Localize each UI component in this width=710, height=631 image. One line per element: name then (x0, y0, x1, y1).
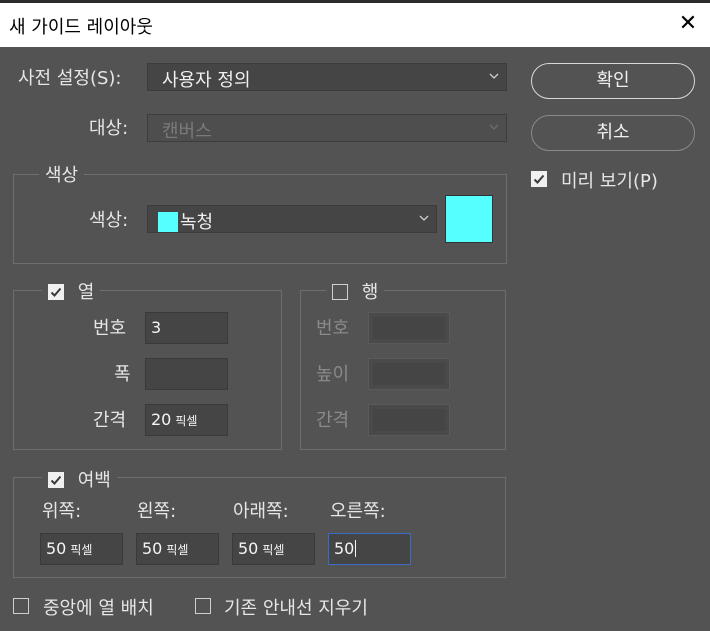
close-icon[interactable]: ✕ (674, 9, 702, 39)
chevron-down-icon (489, 73, 499, 79)
center-columns-label: 중앙에 열 배치 (43, 598, 154, 619)
checkmark-icon (533, 174, 545, 184)
columns-gutter-value: 20 픽셀 (151, 410, 198, 429)
preset-value: 사용자 정의 (162, 70, 251, 91)
title-bar: 새 가이드 레이아웃 ✕ (0, 3, 710, 47)
preset-label: 사전 설정(S): (18, 68, 122, 89)
chevron-down-icon (489, 124, 499, 130)
color-label: 색상: (89, 210, 129, 231)
columns-width-input[interactable] (145, 358, 228, 390)
checkmark-icon (50, 287, 62, 297)
rows-legend: 행 (326, 278, 385, 304)
rows-number-input (368, 312, 450, 344)
margin-bottom-value: 50 픽셀 (238, 539, 285, 558)
margin-left-label: 왼쪽: (137, 501, 177, 522)
target-label: 대상: (89, 118, 129, 139)
margin-left-value: 50 픽셀 (142, 539, 189, 558)
margin-top-label: 위쪽: (42, 501, 82, 522)
rows-checkbox[interactable] (332, 284, 348, 300)
margin-right-label: 오른쪽: (330, 501, 386, 522)
color-swatch[interactable] (445, 195, 493, 243)
color-dropdown[interactable]: 녹청 (147, 205, 437, 233)
columns-width-label: 폭 (114, 364, 131, 385)
margin-legend: 여백 (42, 466, 117, 492)
rows-number-label: 번호 (316, 318, 350, 339)
preview-checkbox[interactable] (531, 171, 547, 187)
rows-gutter-input (368, 404, 450, 436)
clear-guides-label: 기존 안내선 지우기 (224, 598, 368, 619)
margin-bottom-label: 아래쪽: (233, 501, 289, 522)
chevron-down-icon (419, 215, 429, 221)
center-columns-checkbox[interactable] (13, 598, 29, 614)
ok-button[interactable]: 확인 (531, 63, 695, 99)
margin-right-value: 50 (334, 539, 357, 558)
columns-number-value: 3 (151, 318, 162, 337)
target-value: 캔버스 (162, 121, 212, 142)
window-title: 새 가이드 레이아웃 (9, 17, 153, 38)
columns-legend-label: 열 (77, 282, 95, 303)
margin-checkbox[interactable] (48, 472, 64, 488)
rows-gutter-label: 간격 (316, 410, 350, 431)
columns-gutter-input[interactable]: 20 픽셀 (145, 404, 228, 436)
margin-bottom-input[interactable]: 50 픽셀 (232, 533, 315, 565)
text-caret (355, 540, 357, 557)
preview-label: 미리 보기(P) (561, 171, 658, 192)
columns-number-input[interactable]: 3 (145, 312, 228, 344)
margin-top-value: 50 픽셀 (46, 539, 93, 558)
rows-height-label: 높이 (316, 364, 350, 385)
checkmark-icon (50, 475, 62, 485)
color-group-legend: 색상 (39, 161, 85, 187)
rows-legend-label: 행 (361, 282, 379, 303)
color-chip (158, 212, 178, 232)
cancel-button[interactable]: 취소 (531, 115, 695, 151)
margin-left-input[interactable]: 50 픽셀 (136, 533, 219, 565)
target-dropdown: 캔버스 (147, 114, 507, 142)
columns-gutter-label: 간격 (93, 410, 127, 431)
columns-legend: 열 (42, 278, 101, 304)
margin-legend-label: 여백 (77, 470, 111, 491)
preset-dropdown[interactable]: 사용자 정의 (147, 63, 507, 91)
color-value: 녹청 (158, 208, 213, 234)
clear-guides-checkbox[interactable] (195, 598, 211, 614)
margin-right-input[interactable]: 50 (328, 533, 411, 565)
margin-top-input[interactable]: 50 픽셀 (40, 533, 123, 565)
columns-number-label: 번호 (93, 318, 127, 339)
rows-height-input (368, 358, 450, 390)
columns-checkbox[interactable] (48, 284, 64, 300)
